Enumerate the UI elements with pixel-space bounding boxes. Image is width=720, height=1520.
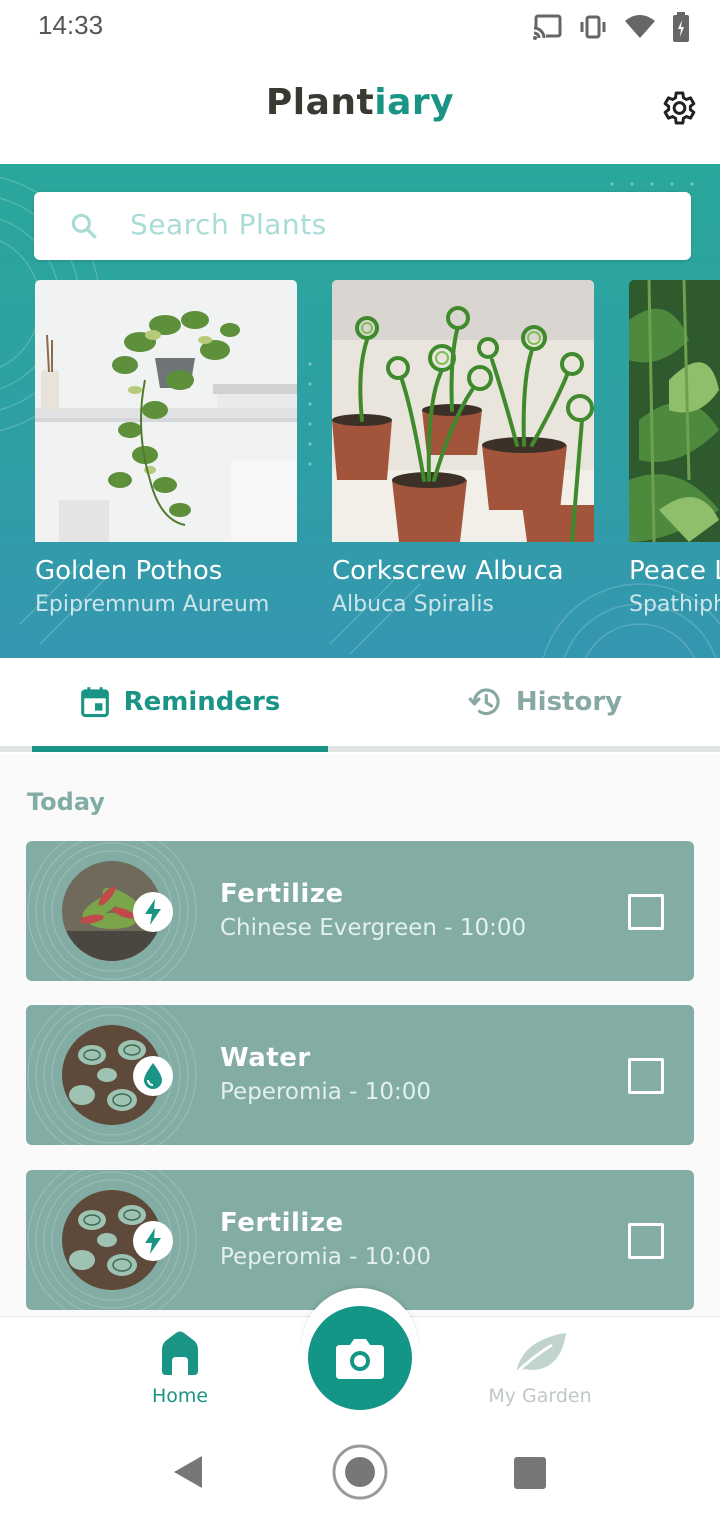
section-heading: Today <box>27 788 105 816</box>
wifi-icon <box>625 15 655 38</box>
battery-icon <box>673 12 689 42</box>
hero-banner: Search Plants Golden Pothos Epipremnum A… <box>0 164 720 658</box>
plant-image <box>332 280 594 542</box>
plant-card[interactable]: Corkscrew Albuca Albuca Spiralis <box>332 280 594 617</box>
gear-icon <box>663 91 696 125</box>
leaf-icon <box>512 1333 566 1377</box>
status-icons <box>532 12 690 42</box>
nav-my-garden-label: My Garden <box>488 1385 592 1407</box>
plant-image <box>35 280 297 542</box>
plant-name: Peace Lily <box>629 556 720 586</box>
reminder-checkbox[interactable] <box>628 1058 664 1094</box>
status-bar: 14:33 <box>0 0 720 56</box>
nav-my-garden[interactable]: My Garden <box>460 1331 620 1407</box>
app-title: Plantiary <box>265 82 455 123</box>
tab-reminders-label: Reminders <box>123 687 281 717</box>
nav-home-label: Home <box>151 1385 209 1407</box>
cast-icon <box>532 14 562 40</box>
tab-history[interactable]: History <box>400 658 690 746</box>
back-icon[interactable] <box>172 1454 204 1490</box>
lightning-icon <box>133 1221 173 1261</box>
tab-reminders[interactable]: Reminders <box>32 658 328 746</box>
camera-icon <box>336 1339 384 1379</box>
home-icon <box>162 1331 198 1375</box>
reminder-detail: Peperomia - 10:00 <box>220 1079 432 1105</box>
reminder-detail: Peperomia - 10:00 <box>220 1244 432 1270</box>
search-bar[interactable]: Search Plants <box>34 192 691 260</box>
search-icon <box>71 213 97 239</box>
reminder-action: Water <box>220 1043 311 1073</box>
camera-button[interactable] <box>308 1306 412 1410</box>
plant-name: Corkscrew Albuca <box>332 556 564 586</box>
plant-name: Golden Pothos <box>35 556 223 586</box>
reminders-list: Today Fertilize Chinese Evergreen - 10:0… <box>0 754 720 1316</box>
reminder-card[interactable]: Fertilize Chinese Evergreen - 10:00 <box>26 841 694 981</box>
tab-history-label: History <box>515 687 623 717</box>
reminder-card[interactable]: Water Peperomia - 10:00 <box>26 1005 694 1145</box>
plant-scientific-name: Spathiphyllum <box>629 592 720 617</box>
plant-scientific-name: Albuca Spiralis <box>332 592 494 617</box>
settings-button[interactable] <box>658 88 698 128</box>
status-time: 14:33 <box>38 10 104 40</box>
search-input[interactable]: Search Plants <box>130 208 327 241</box>
reminder-action: Fertilize <box>220 1208 344 1238</box>
reminder-checkbox[interactable] <box>628 1223 664 1259</box>
plant-card[interactable]: Golden Pothos Epipremnum Aureum <box>35 280 297 617</box>
tab-bar: Reminders History <box>0 658 720 754</box>
lightning-icon <box>133 892 173 932</box>
water-drop-icon <box>133 1056 173 1096</box>
calendar-icon <box>80 687 109 718</box>
system-navigation-bar <box>0 1426 720 1520</box>
tab-indicator <box>32 746 328 752</box>
nav-home[interactable]: Home <box>130 1331 230 1407</box>
app-bar: Plantiary <box>0 56 720 164</box>
reminder-action: Fertilize <box>220 879 344 909</box>
history-icon <box>468 688 500 716</box>
plant-card[interactable]: Peace Lily Spathiphyllum <box>629 280 720 617</box>
reminder-detail: Chinese Evergreen - 10:00 <box>220 915 527 941</box>
home-circle-icon[interactable] <box>332 1444 388 1500</box>
plant-image <box>629 280 720 542</box>
reminder-checkbox[interactable] <box>628 894 664 930</box>
vibrate-icon <box>580 15 606 39</box>
recent-apps-icon[interactable] <box>514 1457 546 1489</box>
plant-scientific-name: Epipremnum Aureum <box>35 592 270 617</box>
